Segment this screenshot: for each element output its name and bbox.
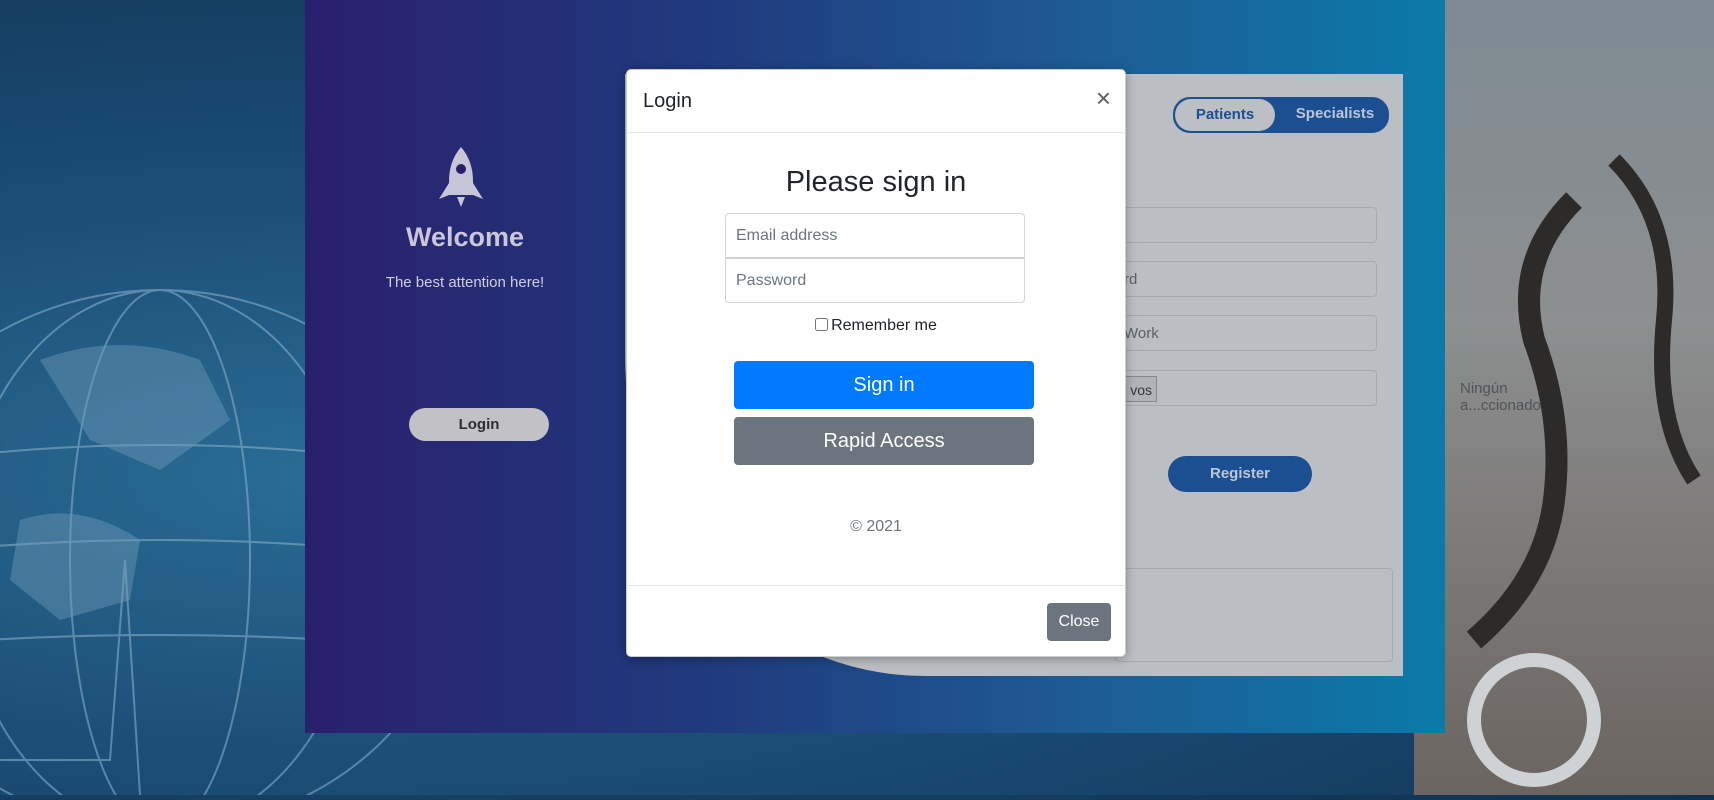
patient-specialist-toggle[interactable]: Patients Specialists: [1173, 97, 1389, 133]
copyright-text: © 2021: [850, 518, 902, 535]
sign-in-button[interactable]: Sign in: [734, 361, 1034, 409]
register-password-field[interactable]: rd: [1115, 261, 1377, 297]
register-work-field[interactable]: Work: [1115, 315, 1377, 351]
doctor-photo: [1414, 0, 1714, 795]
close-icon[interactable]: ×: [1096, 84, 1111, 112]
signin-heading: Please sign in: [785, 166, 967, 198]
login-button[interactable]: Login: [409, 408, 549, 441]
remember-me-label: Remember me: [831, 317, 937, 334]
register-field-1[interactable]: [1115, 207, 1377, 243]
modal-footer: Close: [627, 585, 1125, 656]
password-field[interactable]: [725, 258, 1025, 303]
modal-header: Login ×: [627, 70, 1125, 133]
email-field[interactable]: [725, 213, 1025, 258]
file-status-text: Ningún a...ccionado: [1460, 380, 1541, 414]
welcome-heading: Welcome: [405, 222, 525, 252]
remember-me-checkbox[interactable]: [815, 318, 829, 331]
tab-specialists[interactable]: Specialists: [1285, 99, 1385, 131]
login-modal: Login × Please sign in Remember me Sign …: [626, 69, 1126, 657]
register-textarea[interactable]: [1115, 568, 1393, 662]
rocket-icon: [439, 147, 483, 207]
close-button[interactable]: Close: [1047, 603, 1111, 641]
register-button[interactable]: Register: [1168, 456, 1312, 492]
welcome-panel: Welcome The best attention here! Login: [305, 0, 625, 733]
modal-title: Login: [643, 90, 692, 112]
welcome-tagline: The best attention here!: [385, 274, 545, 291]
rapid-access-button[interactable]: Rapid Access: [734, 417, 1034, 465]
tab-patients[interactable]: Patients: [1175, 99, 1275, 131]
remember-me: Remember me: [627, 317, 1125, 335]
